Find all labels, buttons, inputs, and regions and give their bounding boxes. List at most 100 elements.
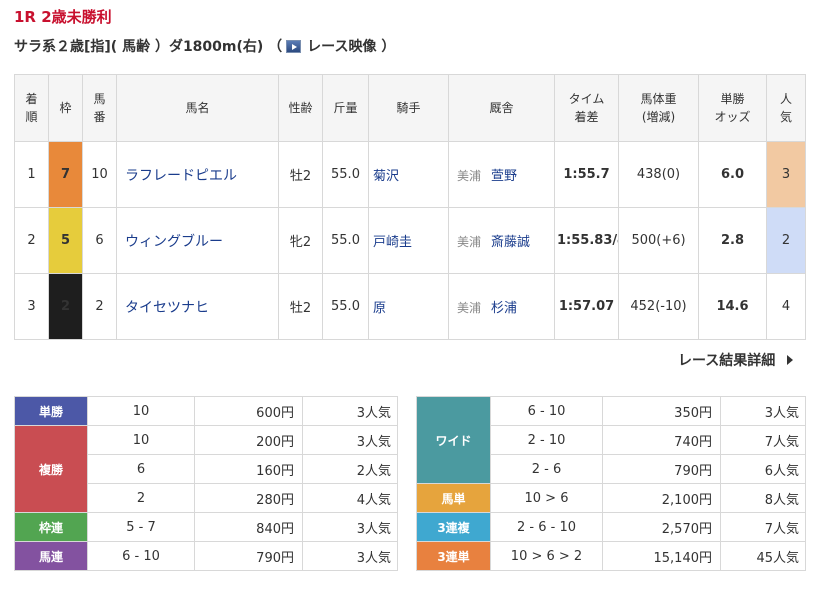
- payout-amount: 2,100円: [602, 483, 721, 513]
- body-weight: 452(-10): [618, 273, 699, 340]
- jockey-link[interactable]: 菊沢: [368, 141, 449, 208]
- carried-weight: 55.0: [322, 207, 369, 274]
- payout-popularity: 7人気: [720, 425, 806, 455]
- header-body-weight: 馬体重 (増減): [618, 74, 699, 142]
- payout-combination: 6 - 10: [87, 541, 195, 571]
- header-waku: 枠: [48, 74, 83, 142]
- trainer-link[interactable]: 斎藤誠: [491, 235, 530, 250]
- waku-badge: 2: [48, 273, 83, 340]
- sex-age: 牝2: [278, 207, 323, 274]
- header-stable: 厩舎: [448, 74, 555, 142]
- jockey-link[interactable]: 原: [368, 273, 449, 340]
- header-weight: 斤量: [322, 74, 369, 142]
- payout-amount: 840円: [194, 512, 303, 542]
- race-conditions: サラ系２歳[指]( 馬齢 ）ダ1800m(右) （ レース映像 ）: [14, 36, 395, 56]
- trainer-link[interactable]: 萱野: [491, 169, 517, 184]
- body-weight: 438(0): [618, 141, 699, 208]
- payout-popularity: 8人気: [720, 483, 806, 513]
- bet-type-umatan: 馬単: [416, 483, 491, 513]
- popularity: 2: [766, 207, 806, 274]
- header-jockey: 騎手: [368, 74, 449, 142]
- sex-age: 牡2: [278, 273, 323, 340]
- payout-popularity: 7人気: [720, 512, 806, 542]
- stable: 美浦 斎藤誠: [448, 207, 555, 274]
- payout-popularity: 3人気: [302, 541, 398, 571]
- payout-row: 複勝 10 200円 3人気: [14, 425, 398, 513]
- rank: 2: [14, 207, 49, 274]
- payout-combination: 2 - 6 - 10: [490, 512, 603, 542]
- horse-name-link[interactable]: タイセツナヒ: [116, 273, 279, 340]
- carried-weight: 55.0: [322, 273, 369, 340]
- payout-table-left: 単勝 10 600円 3人気 複勝 10 200円 3人気 6 160円 2人気…: [14, 396, 398, 571]
- payout-combination: 10: [87, 396, 195, 426]
- payout-popularity: 3人気: [302, 425, 398, 455]
- race-title: 1R 2歳未勝利: [14, 8, 112, 26]
- payout-row: 3連複 2 - 6 - 10 2,570円 7人気: [416, 512, 806, 542]
- payout-row: 3連単 10 > 6 > 2 15,140円 45人気: [416, 541, 806, 571]
- payout-combination: 6 - 10: [490, 396, 603, 426]
- stable-area: 美浦: [457, 169, 482, 183]
- bet-type-tansho: 単勝: [14, 396, 88, 426]
- header-umaban: 馬番: [82, 74, 117, 142]
- header-horse: 馬名: [116, 74, 279, 142]
- race-detail-link[interactable]: レース結果詳細: [678, 350, 794, 370]
- time-margin: 1:55.7: [554, 141, 619, 208]
- bet-type-wakuren: 枠連: [14, 512, 88, 542]
- triangle-right-icon: [787, 355, 794, 365]
- stable-area: 美浦: [457, 301, 482, 315]
- payout-popularity: 2人気: [302, 454, 398, 484]
- payout-combination: 10 > 6 > 2: [490, 541, 603, 571]
- header-rank: 着順: [14, 74, 49, 142]
- payout-combination: 2 - 6: [490, 454, 603, 484]
- payout-amount: 740円: [602, 425, 721, 455]
- header-odds: 単勝 オッズ: [698, 74, 767, 142]
- win-odds: 2.8: [698, 207, 767, 274]
- sex-age: 牡2: [278, 141, 323, 208]
- time-margin: 1:57.07: [554, 273, 619, 340]
- race-conditions-text: サラ系２歳[指]( 馬齢 ）ダ1800m(右) （: [14, 39, 283, 55]
- payout-amount: 350円: [602, 396, 721, 426]
- popularity: 3: [766, 141, 806, 208]
- payout-popularity: 3人気: [720, 396, 806, 426]
- stable: 美浦 萱野: [448, 141, 555, 208]
- payout-combination: 10: [87, 425, 195, 455]
- bet-type-sanrentan: 3連単: [416, 541, 491, 571]
- jockey-link[interactable]: 戸崎圭: [368, 207, 449, 274]
- result-row: 2 5 6 ウィングブルー 牝2 55.0 戸崎圭 美浦 斎藤誠 1:55.83/…: [14, 207, 806, 274]
- horse-name-link[interactable]: ウィングブルー: [116, 207, 279, 274]
- payout-popularity: 6人気: [720, 454, 806, 484]
- payout-combination: 6: [87, 454, 195, 484]
- payout-amount: 200円: [194, 425, 303, 455]
- payout-amount: 15,140円: [602, 541, 721, 571]
- carried-weight: 55.0: [322, 141, 369, 208]
- result-header-row: 着順 枠 馬番 馬名 性齢 斤量 騎手 厩舎 タイム 着差 馬体重 (増減) 単勝オ…: [14, 74, 806, 142]
- bet-type-wide: ワイド: [416, 396, 491, 484]
- popularity: 4: [766, 273, 806, 340]
- horse-name-link[interactable]: ラフレードピエル: [116, 141, 279, 208]
- umaban: 10: [82, 141, 117, 208]
- payout-popularity: 45人気: [720, 541, 806, 571]
- header-popularity: 人気: [766, 74, 806, 142]
- body-weight: 500(+6): [618, 207, 699, 274]
- payout-combination: 2: [87, 483, 195, 513]
- payout-row: ワイド 6 - 10 350円 3人気: [416, 396, 806, 484]
- result-row: 3 2 2 タイセツナヒ 牡2 55.0 原 美浦 杉浦 1:57.07 452(…: [14, 273, 806, 340]
- bet-type-fukusho: 複勝: [14, 425, 88, 513]
- win-odds: 6.0: [698, 141, 767, 208]
- win-odds: 14.6: [698, 273, 767, 340]
- trainer-link[interactable]: 杉浦: [491, 301, 517, 316]
- payout-amount: 2,570円: [602, 512, 721, 542]
- race-video-link[interactable]: レース映像 ）: [307, 36, 395, 56]
- time-margin: 1:55.83/4: [554, 207, 619, 274]
- payout-row: 馬単 10 > 6 2,100円 8人気: [416, 483, 806, 513]
- bet-type-sanrenpuku: 3連複: [416, 512, 491, 542]
- stable: 美浦 杉浦: [448, 273, 555, 340]
- payout-row: 単勝 10 600円 3人気: [14, 396, 398, 426]
- payout-table-right: ワイド 6 - 10 350円 3人気 2 - 10 740円 7人気 2 - …: [416, 396, 806, 571]
- payout-popularity: 4人気: [302, 483, 398, 513]
- race-result-table: 着順 枠 馬番 馬名 性齢 斤量 騎手 厩舎 タイム 着差 馬体重 (増減) 単勝オ…: [14, 74, 806, 340]
- video-icon[interactable]: [286, 39, 302, 53]
- payout-combination: 10 > 6: [490, 483, 603, 513]
- stable-area: 美浦: [457, 235, 482, 249]
- waku-badge: 7: [48, 141, 83, 208]
